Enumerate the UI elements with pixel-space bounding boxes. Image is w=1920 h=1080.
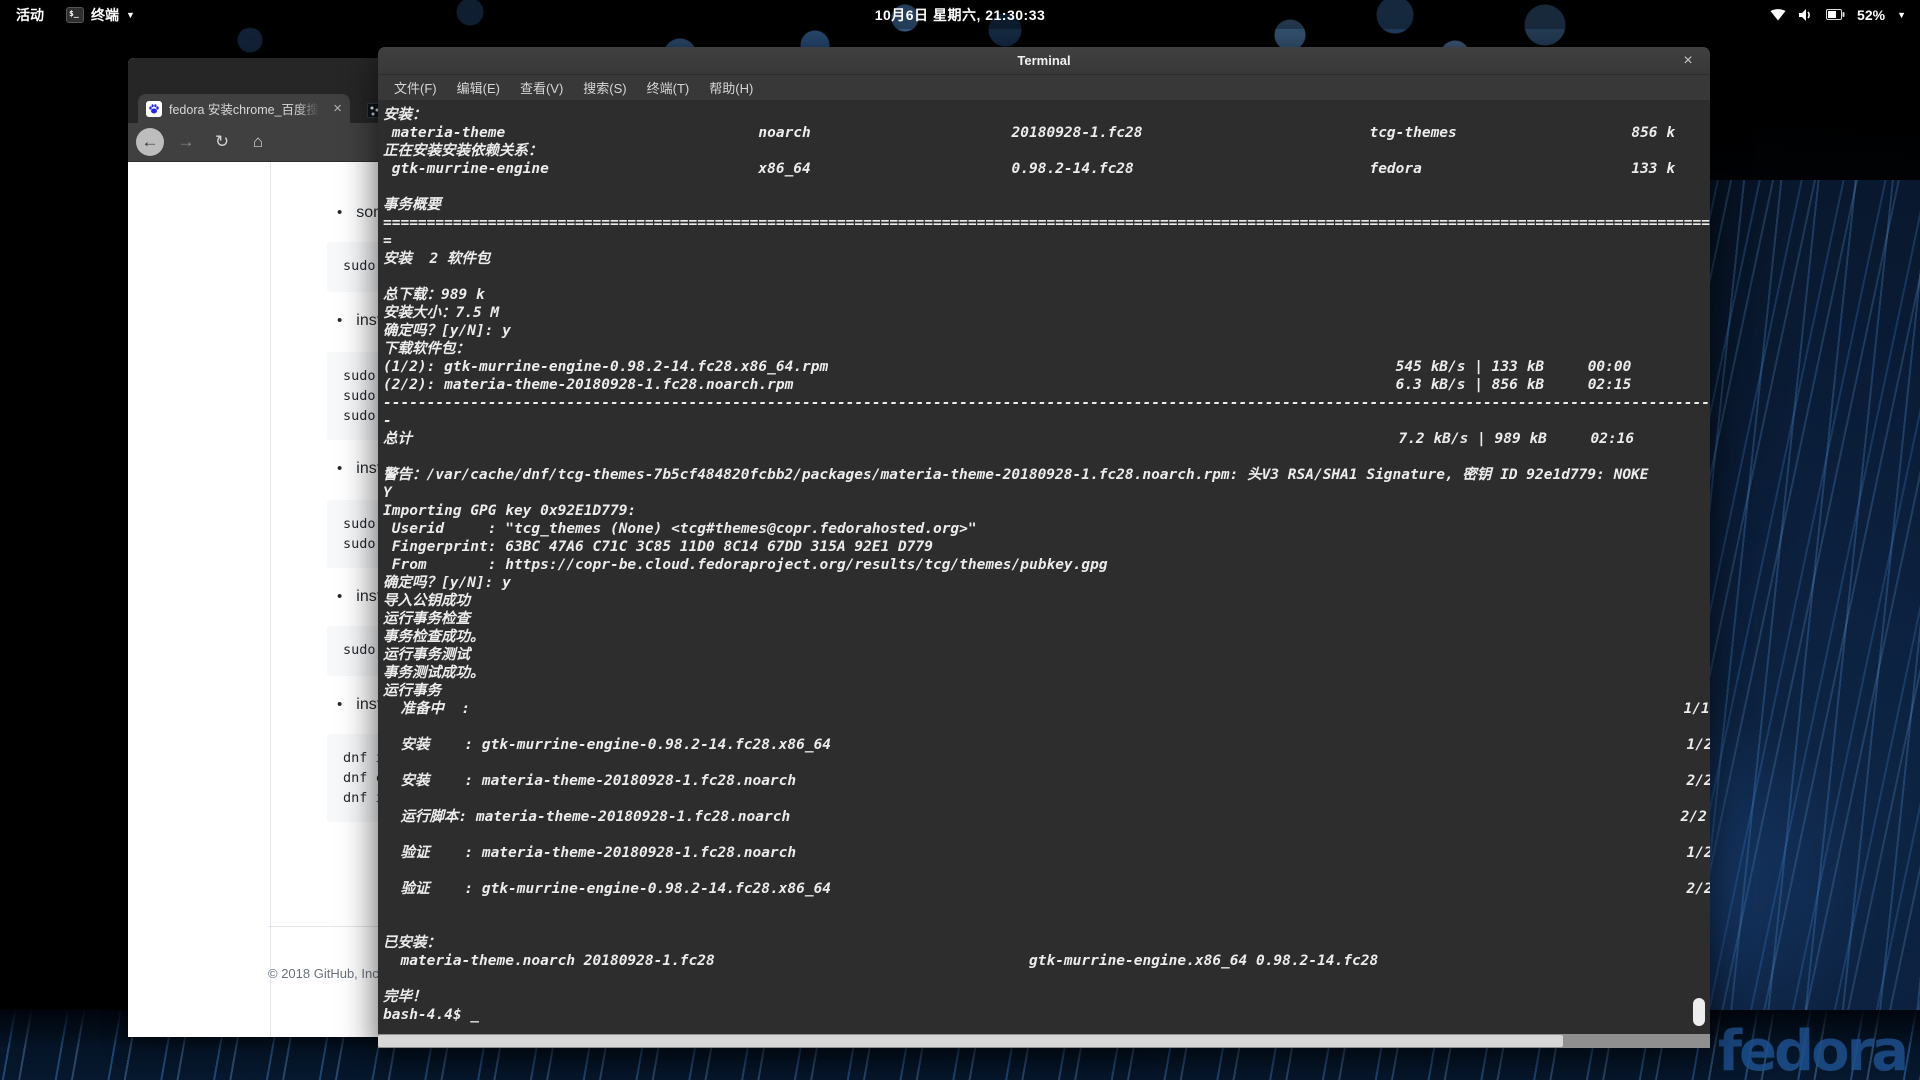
volume-icon	[1798, 8, 1814, 22]
terminal-window: Terminal × 文件(F) 编辑(E) 查看(V) 搜索(S) 终端(T)…	[378, 47, 1710, 1048]
menu-help[interactable]: 帮助(H)	[699, 78, 763, 97]
chevron-down-icon: ▼	[1897, 9, 1906, 20]
baidu-favicon	[146, 100, 162, 117]
bullet-marker: •	[337, 204, 343, 221]
battery-icon	[1826, 9, 1845, 20]
bullet-marker: •	[337, 588, 343, 605]
battery-percent: 52%	[1857, 6, 1886, 23]
tab-title: fedora 安装chrome_百度搜	[169, 103, 319, 117]
clock[interactable]: 10月6日 星期六, 21:30:33	[0, 5, 1920, 25]
reload-button[interactable]: ↻	[208, 128, 236, 156]
menu-edit[interactable]: 编辑(E)	[447, 78, 510, 97]
terminal-screen[interactable]: 安装： materia-theme noarch 20180928-1.fc28…	[378, 101, 1710, 1034]
terminal-menubar: 文件(F) 编辑(E) 查看(V) 搜索(S) 终端(T) 帮助(H)	[378, 75, 1710, 100]
bullet-marker: •	[337, 312, 343, 329]
browser-active-tab[interactable]: fedora 安装chrome_百度搜 ×	[138, 94, 350, 123]
bullet-marker: •	[337, 696, 343, 713]
wifi-icon	[1770, 8, 1786, 21]
terminal-titlebar[interactable]: Terminal ×	[378, 47, 1710, 75]
horizontal-scrollbar-thumb[interactable]	[378, 1035, 1564, 1047]
menu-terminal[interactable]: 终端(T)	[637, 78, 700, 97]
menu-search[interactable]: 搜索(S)	[573, 78, 636, 97]
menu-view[interactable]: 查看(V)	[510, 78, 573, 97]
terminal-output[interactable]: 安装： materia-theme noarch 20180928-1.fc28…	[378, 101, 1710, 1024]
system-status-area[interactable]: 52% ▼	[1770, 7, 1920, 23]
desktop: fedora fedora 安装chrome_百度搜 × ← → ↻ ⌂ • s…	[0, 0, 1920, 1080]
fedora-wordmark: fedora	[1717, 1019, 1909, 1080]
page-footer: © 2018 GitHub, Inc.	[268, 966, 383, 981]
vertical-scrollbar-thumb[interactable]	[1693, 998, 1705, 1026]
home-button[interactable]: ⌂	[244, 128, 272, 156]
forward-button[interactable]: →	[172, 128, 200, 156]
menu-file[interactable]: 文件(F)	[384, 78, 447, 97]
horizontal-scrollbar[interactable]	[378, 1034, 1710, 1048]
back-button[interactable]: ←	[136, 128, 164, 156]
tab-close-icon[interactable]: ×	[333, 101, 342, 116]
bullet-marker: •	[337, 460, 343, 477]
window-title: Terminal	[1017, 53, 1071, 68]
top-bar: 活动 $_ 终端 ▼ 10月6日 星期六, 21:30:33 52% ▼	[0, 0, 1920, 29]
close-icon[interactable]: ×	[1678, 51, 1698, 71]
